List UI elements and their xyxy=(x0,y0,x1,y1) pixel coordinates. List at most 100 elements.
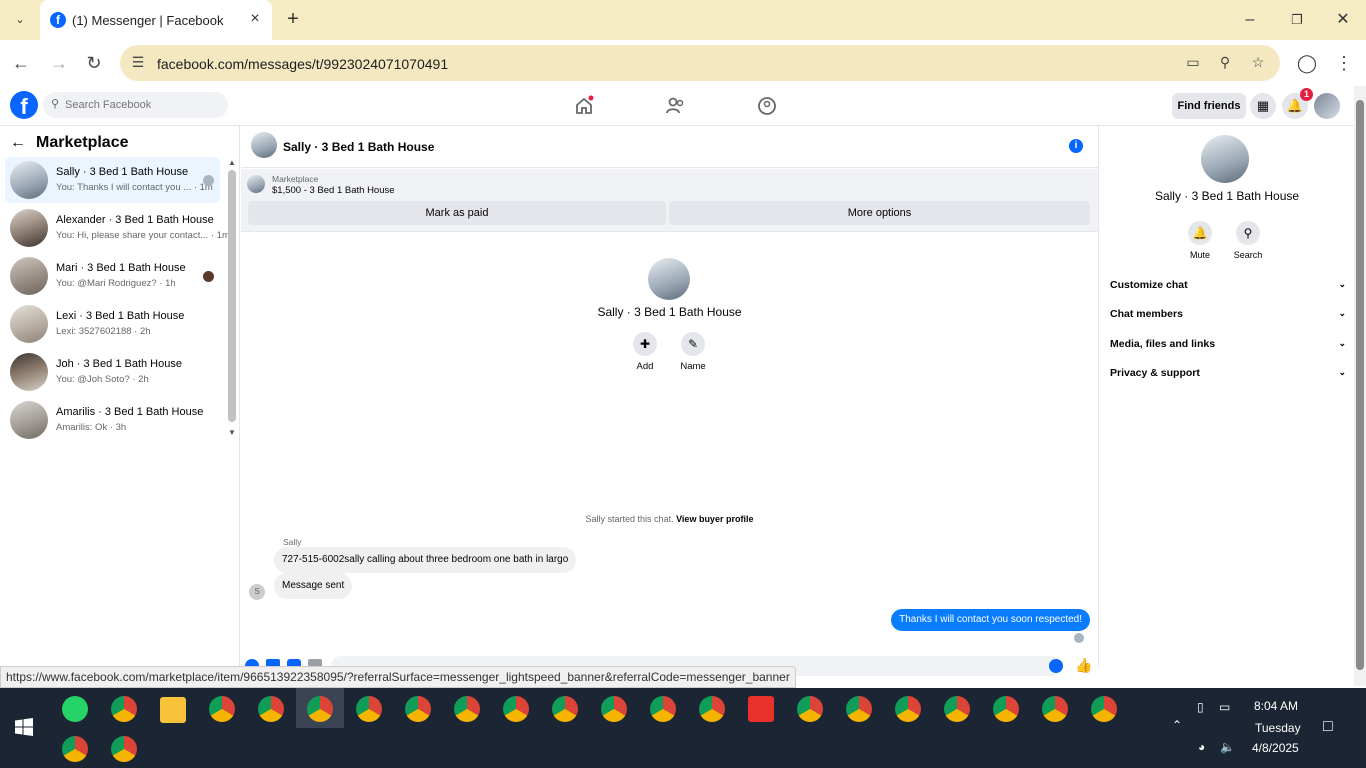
back-arrow-icon[interactable]: ← xyxy=(10,134,30,152)
file-explorer-icon[interactable] xyxy=(160,697,186,723)
home-icon[interactable] xyxy=(573,95,595,117)
chat-avatar[interactable] xyxy=(251,132,277,158)
battery-icon[interactable]: ▭ xyxy=(1219,700,1230,714)
scroll-up-arrow-icon[interactable]: ▲ xyxy=(228,158,236,167)
minimize-icon[interactable]: – xyxy=(1238,8,1262,32)
tab-list-button[interactable]: ⌄ xyxy=(10,10,30,30)
find-friends-button[interactable]: Find friends xyxy=(1172,93,1246,119)
mark-as-paid-button[interactable]: Mark as paid xyxy=(248,201,666,225)
conversation-item[interactable]: Alexander · 3 Bed 1 Bath House You: Hi, … xyxy=(5,205,230,251)
chrome-profile-icon[interactable] xyxy=(895,696,921,722)
conversation-name: Lexi · 3 Bed 1 Bath House xyxy=(56,310,185,322)
customize-chat-section[interactable]: Customize chat ⌄ xyxy=(1110,279,1346,291)
chrome-profile-icon[interactable] xyxy=(601,696,627,722)
conversation-item[interactable]: Sally · 3 Bed 1 Bath House You: Thanks I… xyxy=(5,157,220,203)
info-icon[interactable]: i xyxy=(1069,139,1083,153)
outgoing-message[interactable]: Thanks I will contact you soon respected… xyxy=(891,609,1090,631)
menu-grid-icon[interactable]: ▦ xyxy=(1250,93,1276,119)
friends-icon[interactable] xyxy=(664,95,686,117)
banner-listing-link[interactable]: $1,500 - 3 Bed 1 Bath House xyxy=(272,185,395,196)
chrome-profile-icon[interactable] xyxy=(699,696,725,722)
chrome-profile-icon[interactable] xyxy=(209,696,235,722)
facebook-logo[interactable]: f xyxy=(10,91,38,119)
conversation-item[interactable]: Joh · 3 Bed 1 Bath House You: @Joh Soto?… xyxy=(5,349,220,395)
chrome-profile-icon[interactable] xyxy=(797,696,823,722)
add-people-action[interactable]: ✚ Add xyxy=(620,332,670,372)
scroll-down-arrow-icon[interactable]: ▼ xyxy=(228,428,236,437)
bookmark-star-icon[interactable]: ☆ xyxy=(1249,54,1267,72)
like-thumb-icon[interactable]: 👍 xyxy=(1075,657,1092,674)
close-tab-icon[interactable]: × xyxy=(246,10,264,28)
media-files-links-section[interactable]: Media, files and links ⌄ xyxy=(1110,338,1346,350)
zoom-icon[interactable]: ⚲ xyxy=(1216,54,1234,72)
phone-link-icon[interactable]: ▯ xyxy=(1197,700,1204,714)
read-receipt-avatar xyxy=(203,175,214,186)
whatsapp-icon[interactable] xyxy=(62,696,88,722)
edit-name-action[interactable]: ✎ Name xyxy=(668,332,718,372)
chat-details-panel: Sally · 3 Bed 1 Bath House 🔔 Mute ⚲ Sear… xyxy=(1098,126,1354,666)
conversation-item[interactable]: Mari · 3 Bed 1 Bath House You: @Mari Rod… xyxy=(5,253,220,299)
chrome-profile-icon[interactable] xyxy=(846,696,872,722)
conversation-item[interactable]: Amarilis · 3 Bed 1 Bath House Amarilis: … xyxy=(5,397,220,443)
volume-icon[interactable]: 🔈 xyxy=(1220,740,1235,754)
chrome-profile-icon[interactable] xyxy=(62,736,88,762)
clock-time[interactable]: 8:04 AM xyxy=(1254,699,1298,713)
clock-day[interactable]: Tuesday xyxy=(1255,721,1301,735)
install-app-icon[interactable]: ▭ xyxy=(1184,54,1202,72)
sender-avatar[interactable]: S xyxy=(249,584,265,600)
chrome-profile-icon[interactable] xyxy=(552,696,578,722)
chrome-profile-icon[interactable] xyxy=(258,696,284,722)
browser-tab[interactable]: f (1) Messenger | Facebook × xyxy=(40,0,272,40)
listing-mini-thumbnail xyxy=(247,175,265,193)
incoming-message[interactable]: Message sent xyxy=(274,573,353,599)
group-name: Sally · 3 Bed 1 Bath House xyxy=(597,305,742,319)
chrome-icon[interactable] xyxy=(111,696,137,722)
privacy-support-section[interactable]: Privacy & support ⌄ xyxy=(1110,367,1346,379)
page-scrollbar[interactable] xyxy=(1354,86,1366,686)
chrome-profile-icon[interactable] xyxy=(1042,696,1068,722)
back-icon[interactable]: ← xyxy=(10,52,32,74)
chrome-profile-icon[interactable] xyxy=(503,696,529,722)
search-input[interactable] xyxy=(65,96,220,114)
list-scrollbar[interactable] xyxy=(228,170,236,422)
restore-icon[interactable]: ❐ xyxy=(1285,8,1309,32)
groups-icon[interactable] xyxy=(756,95,778,117)
window-close-icon[interactable]: ✕ xyxy=(1331,8,1355,32)
chrome-profile-icon[interactable] xyxy=(1091,696,1117,722)
page-scrollbar-thumb[interactable] xyxy=(1356,100,1364,670)
profile-icon[interactable]: ◯ xyxy=(1296,52,1318,74)
new-tab-button[interactable]: + xyxy=(282,8,304,30)
omnibox[interactable]: ☰ facebook.com/messages/t/99230240710704… xyxy=(120,45,1280,81)
incoming-message[interactable]: 727-515-6002sally calling about three be… xyxy=(274,547,577,573)
clock-date[interactable]: 4/8/2025 xyxy=(1252,741,1299,755)
chrome-profile-icon[interactable] xyxy=(993,696,1019,722)
site-info-icon[interactable]: ☰ xyxy=(129,54,147,72)
account-avatar[interactable] xyxy=(1314,93,1340,119)
reload-icon[interactable]: ↻ xyxy=(83,52,105,74)
chrome-profile-icon[interactable] xyxy=(356,696,382,722)
chat-members-section[interactable]: Chat members ⌄ xyxy=(1110,308,1346,320)
mute-label: Mute xyxy=(1189,250,1210,260)
chat-title[interactable]: Sally · 3 Bed 1 Bath House xyxy=(283,140,434,154)
view-buyer-profile-link[interactable]: View buyer profile xyxy=(676,514,753,524)
windows-start-icon[interactable] xyxy=(15,718,33,736)
app-red-icon[interactable] xyxy=(748,696,774,722)
network-icon[interactable]: ◕ xyxy=(1198,740,1205,754)
show-hidden-icons-chevron-icon[interactable]: ⌃ xyxy=(1172,718,1182,732)
notifications-center-icon[interactable]: □ xyxy=(1323,718,1333,736)
forward-icon[interactable]: → xyxy=(48,52,70,74)
chrome-profile-icon[interactable] xyxy=(944,696,970,722)
emoji-icon[interactable] xyxy=(1049,659,1063,673)
chrome-profile-icon[interactable] xyxy=(405,696,431,722)
chrome-profile-icon[interactable] xyxy=(650,696,676,722)
search-action[interactable]: ⚲ Search xyxy=(1225,221,1271,260)
chrome-profile-icon[interactable] xyxy=(454,696,480,722)
facebook-search[interactable]: ⚲ xyxy=(43,92,228,118)
chrome-profile-icon[interactable] xyxy=(307,696,333,722)
mute-action[interactable]: 🔔 Mute xyxy=(1177,221,1223,260)
more-options-button[interactable]: More options xyxy=(669,201,1090,225)
conversation-item[interactable]: Lexi · 3 Bed 1 Bath House Lexi: 35276021… xyxy=(5,301,220,347)
url-text[interactable]: facebook.com/messages/t/9923024071070491 xyxy=(157,56,448,72)
chrome-icon[interactable] xyxy=(111,736,137,762)
browser-menu-icon[interactable]: ⋮ xyxy=(1333,52,1355,74)
